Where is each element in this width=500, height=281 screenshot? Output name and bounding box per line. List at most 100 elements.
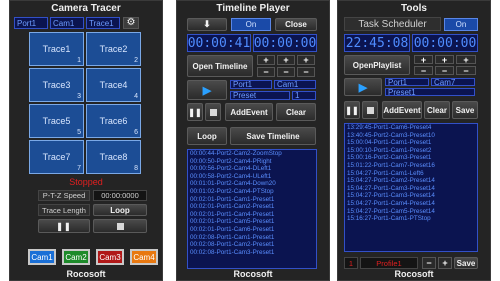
trace-button-6[interactable]: Trace6 6 xyxy=(86,104,141,138)
cam-button-4[interactable]: Cam4 xyxy=(130,249,158,265)
list-item[interactable]: 00:00:50-Port2-Cam4-PRight xyxy=(188,158,316,166)
preset-number[interactable]: 1 xyxy=(292,91,316,100)
stop-icon xyxy=(366,106,374,114)
trace-label: Trace4 xyxy=(99,80,128,90)
plus-icon[interactable]: + xyxy=(297,55,315,65)
list-item[interactable]: 00:00:44-Port2-Cam2-ZoomStop xyxy=(188,150,316,158)
loop-button[interactable]: Loop xyxy=(93,204,147,216)
preset-select[interactable]: Preset1 xyxy=(385,88,475,97)
plus-icon[interactable]: + xyxy=(277,55,295,65)
trace-number: 7 xyxy=(77,165,81,172)
stop-button[interactable] xyxy=(205,103,221,121)
list-item[interactable]: 00:02:01-Port1-Cam6-Preset1 xyxy=(188,226,316,234)
on-toggle[interactable]: On xyxy=(444,18,478,31)
port-select[interactable]: Port1 xyxy=(14,17,48,29)
play-button[interactable]: ▶ xyxy=(187,80,227,100)
list-item[interactable]: 00:02:08-Port1-Cam2-Preset1 xyxy=(188,241,316,249)
plus-icon[interactable]: + xyxy=(257,55,275,65)
play-icon: ▶ xyxy=(202,84,212,97)
pause-icon: ❚❚ xyxy=(188,107,202,117)
list-item[interactable]: 15:04:27-Port1-Cam3-Preset14 xyxy=(345,192,477,200)
list-item[interactable]: 15:04:27-Port1-Cam2-Preset14 xyxy=(345,177,477,185)
cam-select[interactable]: Cam1 xyxy=(274,80,316,89)
pause-button[interactable]: ❚❚ xyxy=(344,101,360,119)
list-item[interactable]: 00:02:01-Port1-Cam2-Preset1 xyxy=(188,203,316,211)
minus-icon[interactable]: − xyxy=(277,67,295,77)
add-event-button[interactable]: AddEvent xyxy=(382,101,422,119)
add-event-button[interactable]: AddEvent xyxy=(225,103,273,121)
trace-button-3[interactable]: Trace3 3 xyxy=(29,68,84,102)
save-button[interactable]: Save xyxy=(452,101,478,119)
close-button[interactable]: Close xyxy=(275,18,317,31)
list-item[interactable]: 00:02:01-Port1-Cam1-Preset1 xyxy=(188,196,316,204)
stop-button[interactable] xyxy=(93,219,147,233)
stop-button[interactable] xyxy=(362,101,378,119)
list-item[interactable]: 00:02:01-Port1-Cam5-Preset1 xyxy=(188,218,316,226)
list-item[interactable]: 15:01:22-Port1-Cam7-Preset16 xyxy=(345,162,477,170)
cam-select[interactable]: Cam1 xyxy=(50,17,84,29)
list-item[interactable]: 15:16:27-Port1-Cam1-PTStop xyxy=(345,215,477,223)
list-item[interactable]: 15:04:27-Port1-Cam4-Preset14 xyxy=(345,200,477,208)
ptz-speed-value[interactable]: 00:00:0000 xyxy=(93,190,147,201)
minus-icon[interactable]: − xyxy=(414,66,433,76)
play-icon: ▶ xyxy=(358,81,368,94)
on-toggle[interactable]: On xyxy=(231,18,271,31)
list-item[interactable]: 15:04:27-Port1-Cam5-Preset14 xyxy=(345,208,477,216)
plus-icon[interactable]: + xyxy=(414,55,433,65)
port-select[interactable]: Port1 xyxy=(385,78,429,87)
settings-button[interactable]: ⚙ xyxy=(123,17,139,29)
download-icon: ⬇ xyxy=(203,19,211,29)
save-timeline-button[interactable]: Save Timeline xyxy=(230,127,316,145)
list-item[interactable]: 00:02:01-Port1-Cam4-Preset1 xyxy=(188,211,316,219)
minus-icon[interactable]: − xyxy=(297,67,315,77)
list-item[interactable]: 15:04:27-Port1-Cam1-Left6 xyxy=(345,170,477,178)
list-item[interactable]: 00:02:08-Port1-Cam3-Preset1 xyxy=(188,249,316,257)
port-select[interactable]: Port1 xyxy=(230,80,272,89)
list-item[interactable]: 00:02:08-Port1-Cam1-Preset1 xyxy=(188,234,316,242)
scheduler-event-list[interactable]: 13:29:45-Port1-Cam6-Preset4 13:40:45-Port… xyxy=(344,123,478,252)
list-item[interactable]: 15:00:10-Port1-Cam1-Preset2 xyxy=(345,147,477,155)
trace-button-5[interactable]: Trace5 5 xyxy=(29,104,84,138)
cam-button-3[interactable]: Cam3 xyxy=(96,249,124,265)
minus-icon[interactable]: − xyxy=(456,66,476,76)
open-timeline-button[interactable]: Open Timeline xyxy=(187,55,253,77)
trace-label: Trace3 xyxy=(42,80,71,90)
cam-button-2[interactable]: Cam2 xyxy=(62,249,90,265)
pause-icon: ❚❚ xyxy=(56,221,72,231)
ptz-speed-label: P-T-Z Speed xyxy=(38,190,90,201)
play-button[interactable]: ▶ xyxy=(344,78,382,96)
list-item[interactable]: 15:00:16-Port2-Cam3-Preset1 xyxy=(345,154,477,162)
trace-select[interactable]: Trace1 xyxy=(86,17,120,29)
timeline-event-list[interactable]: 00:00:44-Port2-Cam2-ZoomStop 00:00:50-Por… xyxy=(187,149,317,269)
trace-button-7[interactable]: Trace7 7 xyxy=(29,140,84,174)
open-playlist-button[interactable]: OpenPlaylist xyxy=(344,55,410,75)
minus-icon[interactable]: − xyxy=(435,66,454,76)
list-item[interactable]: 00:00:58-Port2-Cam4-ULeft1 xyxy=(188,173,316,181)
cam-select[interactable]: Cam7 xyxy=(431,78,475,87)
list-item[interactable]: 00:01:01-Port2-Cam4-Down20 xyxy=(188,180,316,188)
trace-button-8[interactable]: Trace8 8 xyxy=(86,140,141,174)
trace-button-1[interactable]: Trace1 1 xyxy=(29,32,84,66)
list-item[interactable]: 00:00:56-Port2-Cam4-DLeft1 xyxy=(188,165,316,173)
clear-button[interactable]: Clear xyxy=(276,103,316,121)
list-item[interactable]: 15:04:27-Port1-Cam3-Preset14 xyxy=(345,185,477,193)
pause-button[interactable]: ❚❚ xyxy=(187,103,203,121)
clear-button[interactable]: Clear xyxy=(424,101,450,119)
panel-title: Tools xyxy=(401,3,427,14)
loop-button[interactable]: Loop xyxy=(187,127,227,145)
minus-icon[interactable]: − xyxy=(257,67,275,77)
status-text: Stopped xyxy=(69,177,103,187)
list-item[interactable]: 15:00:04-Port1-Cam1-Preset1 xyxy=(345,139,477,147)
plus-icon[interactable]: + xyxy=(456,55,476,65)
plus-icon[interactable]: + xyxy=(435,55,454,65)
trace-label: Trace7 xyxy=(42,152,71,162)
preset-select[interactable]: Preset xyxy=(230,91,290,100)
trace-button-4[interactable]: Trace4 4 xyxy=(86,68,141,102)
list-item[interactable]: 13:40:45-Port2-Cam3-Preset10 xyxy=(345,132,477,140)
cam-button-1[interactable]: Cam1 xyxy=(28,249,56,265)
list-item[interactable]: 13:29:45-Port1-Cam6-Preset4 xyxy=(345,124,477,132)
download-button[interactable]: ⬇ xyxy=(187,18,227,31)
pause-button[interactable]: ❚❚ xyxy=(38,219,90,233)
list-item[interactable]: 00:01:02-Port2-Cam4-PTStop xyxy=(188,188,316,196)
trace-button-2[interactable]: Trace2 2 xyxy=(86,32,141,66)
